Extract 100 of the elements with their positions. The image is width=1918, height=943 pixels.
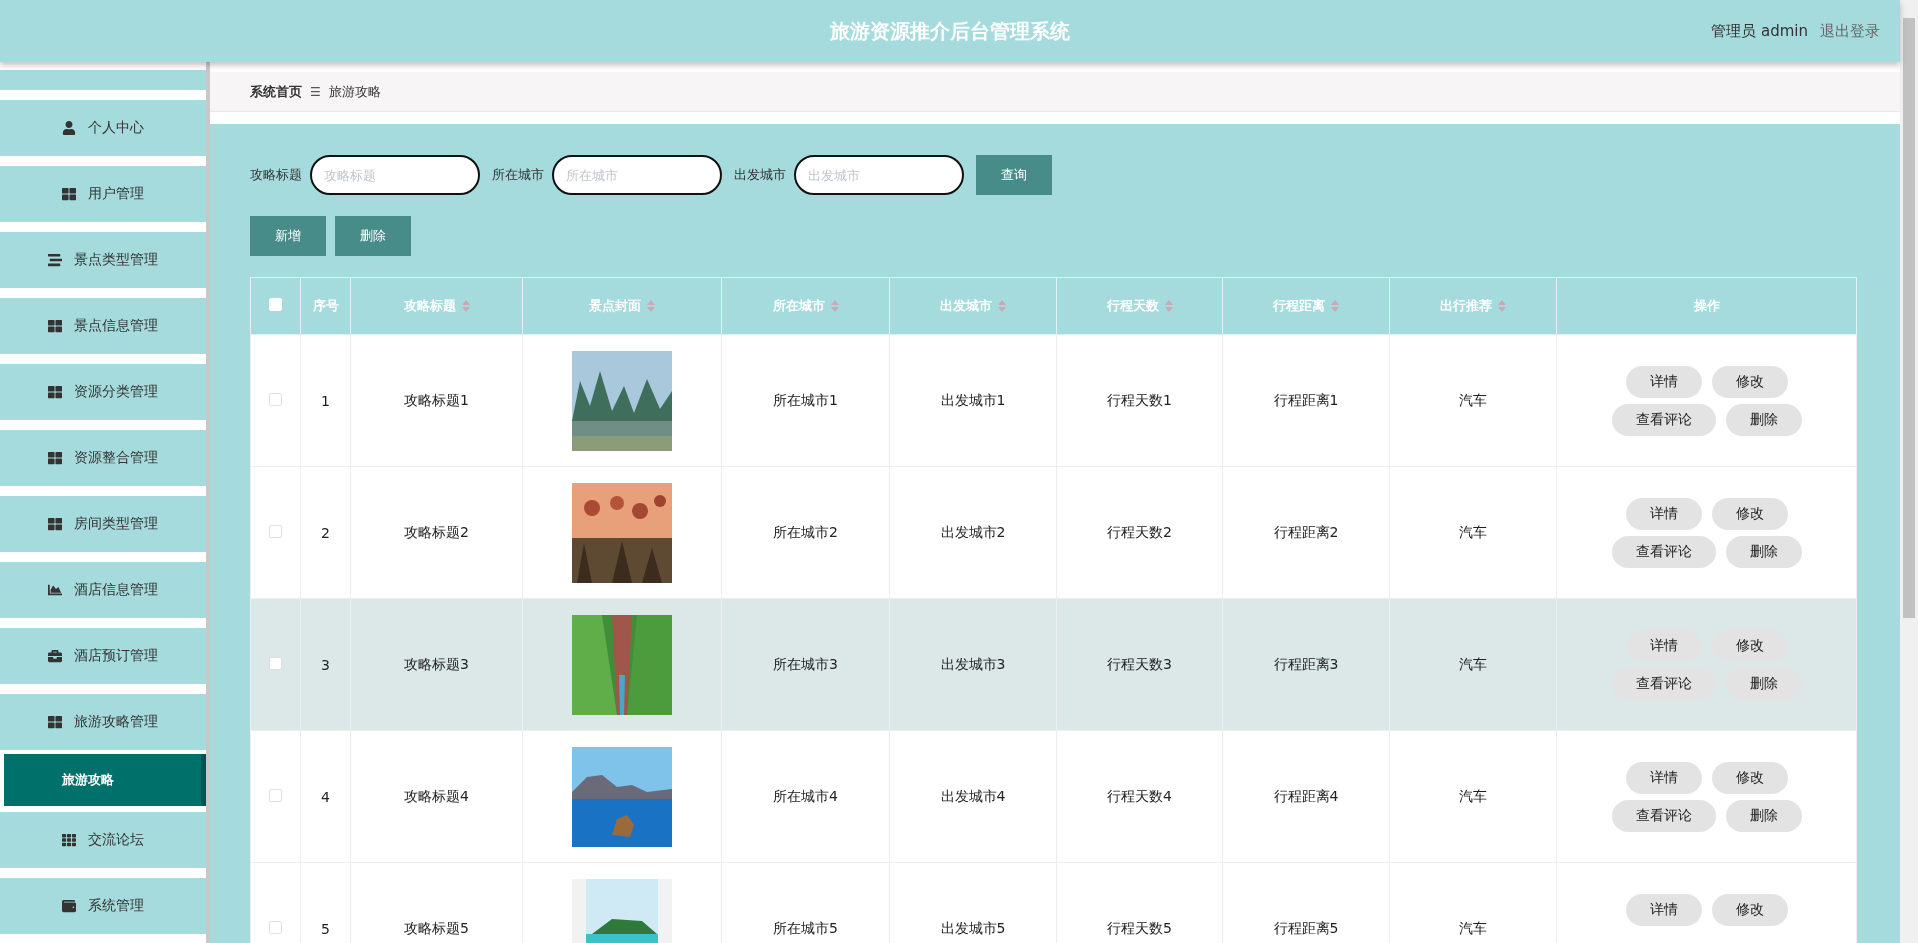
table-cell: 汽车 xyxy=(1459,655,1487,672)
scrollbar[interactable] xyxy=(1900,0,1918,943)
scrollbar-thumb[interactable] xyxy=(1903,18,1915,618)
add-button[interactable]: 新增 xyxy=(250,216,326,256)
delete-button[interactable]: 删除 xyxy=(1725,799,1802,832)
table-cell: 行程距离3 xyxy=(1273,655,1339,672)
briefcase-icon xyxy=(48,649,62,663)
table-cell: 攻略标题4 xyxy=(404,787,469,804)
column-title: 行程天数 xyxy=(1106,297,1159,315)
table-cell: 5 xyxy=(321,920,330,937)
details-button[interactable]: 详情 xyxy=(1625,761,1702,794)
comments-button[interactable]: 查看评论 xyxy=(1611,403,1716,436)
logout-link[interactable]: 退出登录 xyxy=(1820,21,1880,41)
sidebar-item[interactable]: 资源整合管理 xyxy=(0,430,206,486)
grid-icon xyxy=(48,715,62,729)
sidebar-item[interactable]: 系统管理 xyxy=(0,878,206,934)
sidebar-item[interactable]: 景点信息管理 xyxy=(0,298,206,354)
grid-icon xyxy=(48,451,62,465)
sidebar-item[interactable]: 景点类型管理 xyxy=(0,232,206,288)
sidebar-item[interactable]: 酒店预订管理 xyxy=(0,628,206,684)
sidebar-item[interactable]: 房间类型管理 xyxy=(0,496,206,552)
edit-button[interactable]: 修改 xyxy=(1711,629,1788,662)
sidebar-item[interactable]: 用户管理 xyxy=(0,166,206,222)
delete-button[interactable]: 删除 xyxy=(1725,667,1802,700)
column-title: 所在城市 xyxy=(772,297,825,315)
sidebar-item[interactable] xyxy=(0,70,206,90)
search-field[interactable]: 攻略标题 xyxy=(310,155,480,195)
select-all-checkbox[interactable] xyxy=(269,298,282,311)
table-cell: 汽车 xyxy=(1459,523,1487,540)
table-row[interactable]: 2 攻略标题2 所在城市2 出发城市2 行程天数2 行程距离2 汽车 详情 修改 查看评论 删除 xyxy=(250,466,1857,599)
table-row[interactable]: 5 攻略标题5 所在城市5 出发城市5 行程天数5 行程距离5 汽车 详情 修改 xyxy=(250,862,1857,943)
table-cell: 1 xyxy=(321,392,330,409)
table-cell: 出发城市1 xyxy=(940,391,1006,408)
sidebar-item[interactable]: 个人中心 xyxy=(0,100,206,156)
submenu-item[interactable]: 旅游攻略 xyxy=(4,754,206,806)
column-title: 行程距离 xyxy=(1273,297,1325,315)
column-title: 景点封面 xyxy=(589,297,641,315)
table-row[interactable]: 4 攻略标题4 所在城市4 出发城市4 行程天数4 行程距离4 汽车 详情 修改 查看评论 删除 xyxy=(250,730,1857,863)
table-cell: 所在城市1 xyxy=(773,391,838,408)
table-cell: 出发城市2 xyxy=(940,523,1006,540)
row-checkbox[interactable] xyxy=(269,920,282,934)
sidebar-item[interactable]: 资源分类管理 xyxy=(0,364,206,420)
sort-icon[interactable] xyxy=(647,300,655,312)
row-checkbox[interactable] xyxy=(269,524,282,538)
table-cell: 行程距离4 xyxy=(1273,787,1339,804)
edit-button[interactable]: 修改 xyxy=(1711,497,1788,530)
sort-icon[interactable] xyxy=(830,300,839,312)
details-button[interactable]: 详情 xyxy=(1625,497,1702,530)
sort-icon[interactable] xyxy=(1164,300,1173,312)
table-row[interactable]: 1 攻略标题1 所在城市1 出发城市1 行程天数1 行程距离1 汽车 详情 修改 查看评论 删除 xyxy=(250,334,1857,467)
table-cell: 行程天数4 xyxy=(1107,787,1172,804)
grid-icon xyxy=(62,833,76,847)
delete-button[interactable]: 删除 xyxy=(1725,403,1802,436)
breadcrumb-link[interactable]: 旅游攻略 xyxy=(328,82,381,101)
table-cell: 4 xyxy=(321,788,330,805)
column-title: 攻略标题 xyxy=(403,297,456,315)
table-cell: 出发城市5 xyxy=(940,919,1006,936)
table-cell: 所在城市5 xyxy=(773,919,838,936)
comments-button[interactable]: 查看评论 xyxy=(1611,535,1716,568)
wallet-icon xyxy=(62,899,76,913)
breadcrumb-link[interactable]: 系统首页 xyxy=(250,82,302,101)
grid-icon xyxy=(48,517,62,531)
table-cell: 汽车 xyxy=(1459,787,1487,804)
search-button[interactable]: 查询 xyxy=(976,155,1052,195)
column-title: 操作 xyxy=(1693,297,1720,315)
search-field[interactable]: 所在城市 xyxy=(552,155,722,195)
chart-icon xyxy=(48,583,62,597)
column-title: 出发城市 xyxy=(940,297,992,315)
table-cell: 行程距离1 xyxy=(1273,391,1339,408)
table-cell: 攻略标题1 xyxy=(404,391,469,408)
sort-icon[interactable] xyxy=(1331,300,1339,312)
sidebar-item[interactable]: 酒店信息管理 xyxy=(0,562,206,618)
table-cell: 攻略标题5 xyxy=(404,919,469,936)
delete-button[interactable]: 删除 xyxy=(335,216,411,256)
search-field[interactable]: 出发城市 xyxy=(794,155,964,195)
table-cell: 行程距离5 xyxy=(1273,919,1339,936)
sidebar-item[interactable]: 旅游攻略管理 xyxy=(0,694,206,750)
delete-button[interactable]: 删除 xyxy=(1725,535,1802,568)
comments-button[interactable]: 查看评论 xyxy=(1611,799,1716,832)
row-checkbox[interactable] xyxy=(269,656,282,670)
sort-icon[interactable] xyxy=(998,300,1006,312)
table-cell: 所在城市2 xyxy=(773,523,838,540)
edit-button[interactable]: 修改 xyxy=(1711,761,1788,794)
sidebar-item[interactable]: 交流论坛 xyxy=(0,812,206,868)
details-button[interactable]: 详情 xyxy=(1625,629,1702,662)
details-button[interactable]: 详情 xyxy=(1625,893,1702,926)
table-row[interactable]: 3 攻略标题3 所在城市3 出发城市3 行程天数3 行程距离3 汽车 详情 修改 查看评论 删除 xyxy=(250,598,1857,731)
sort-icon[interactable] xyxy=(461,300,470,312)
edit-button[interactable]: 修改 xyxy=(1711,365,1788,398)
table-cell: 攻略标题3 xyxy=(404,655,469,672)
row-checkbox[interactable] xyxy=(269,788,282,802)
details-button[interactable]: 详情 xyxy=(1625,365,1702,398)
field-label: 所在城市 xyxy=(492,166,544,184)
sort-icon[interactable] xyxy=(1498,300,1506,312)
edit-button[interactable]: 修改 xyxy=(1711,893,1788,926)
row-checkbox[interactable] xyxy=(269,392,282,406)
table-cell: 行程距离2 xyxy=(1273,523,1339,540)
table-cell: 所在城市3 xyxy=(773,655,838,672)
comments-button[interactable]: 查看评论 xyxy=(1611,667,1716,700)
table-cell: 行程天数5 xyxy=(1107,919,1172,936)
